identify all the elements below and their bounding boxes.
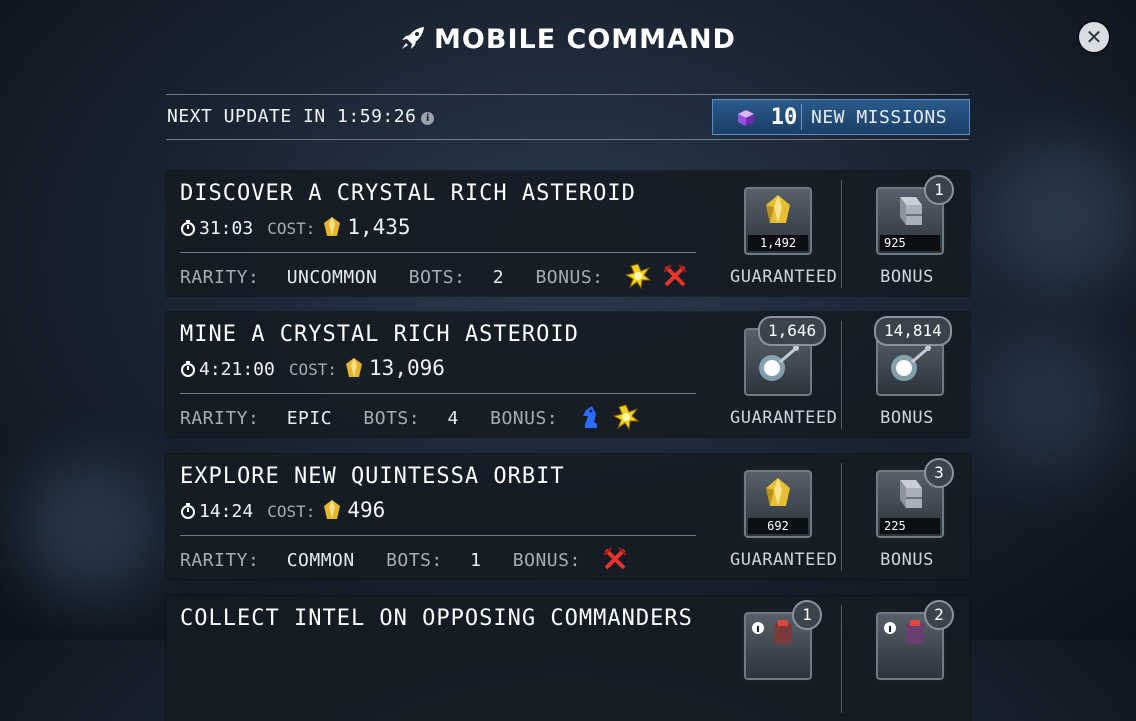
title-text: MOBILE COMMAND (434, 24, 736, 55)
info-icon[interactable]: i (421, 112, 435, 125)
divider (841, 605, 842, 713)
mission-meta: 31:03 COST: 1,435 (180, 215, 411, 239)
mission-bots: 1 (470, 550, 482, 571)
guaranteed-label: GUARANTEED (730, 550, 838, 570)
mission-bots: 2 (492, 267, 505, 288)
mission-bots: 4 (447, 408, 459, 429)
reward-item-box[interactable]: 692 (742, 468, 814, 540)
bonus-label: BONUS: (490, 408, 559, 429)
divider (841, 321, 842, 429)
bots-label: BOTS: (363, 408, 421, 429)
timer-icon (181, 220, 195, 236)
background-glow (20, 460, 160, 600)
crossed-swords-icon (603, 547, 627, 570)
bonus-reward-label: BONUS (880, 408, 934, 428)
next-update-text: NEXT UPDATE IN 1:59:26 (167, 106, 417, 127)
count-badge: 1 (924, 175, 954, 205)
bonus-icons (624, 263, 688, 294)
divider (180, 393, 696, 394)
count-badge: 2 (924, 600, 954, 630)
rocket-icon (402, 27, 425, 49)
reward-quantity: 225 (880, 518, 940, 534)
mission-card[interactable]: DISCOVER A CRYSTAL RICH ASTEROID 31:03 CO… (166, 171, 970, 296)
bots-label: BOTS: (386, 550, 443, 571)
new-missions-count: 10 (770, 105, 798, 130)
bots-label: BOTS: (408, 267, 466, 288)
gem-icon (324, 500, 341, 519)
guaranteed-label: GUARANTEED (730, 408, 838, 428)
energon-crystal-icon (766, 195, 790, 223)
close-icon[interactable]: ✕ (1086, 25, 1103, 49)
divider (841, 180, 842, 288)
mission-rarity: EPIC (286, 408, 333, 429)
count-badge: 1,646 (758, 316, 827, 346)
rarity-label: RARITY: (180, 550, 260, 571)
mission-meta: 4:21:00 COST: 13,096 (180, 356, 445, 380)
mission-time: 31:03 (199, 218, 254, 239)
count-badge: 3 (924, 458, 954, 488)
timer-icon (181, 361, 195, 377)
mission-cost: 13,096 (369, 356, 445, 380)
mission-time: 4:21:00 (199, 359, 275, 380)
mission-meta: 14:24 COST: 496 (180, 498, 385, 522)
explosion-icon (612, 404, 640, 431)
count-badge: 14,814 (874, 316, 952, 346)
divider (841, 463, 842, 571)
divider (801, 104, 802, 130)
mission-card[interactable]: COLLECT INTEL ON OPPOSING COMMANDERS 1 2 (166, 596, 970, 721)
cost-label: COST: (267, 502, 316, 521)
bonus-reward-label: BONUS (880, 267, 934, 287)
knight-icon (582, 406, 597, 428)
mission-rarity: UNCOMMON (286, 267, 378, 288)
reward-item-box[interactable]: 1,492 (742, 185, 814, 257)
new-missions-button[interactable]: 10 NEW MISSIONS (712, 99, 970, 135)
bonus-label: BONUS: (535, 267, 604, 288)
mission-rarity: COMMON (286, 550, 355, 571)
close-button[interactable]: ✕ (1079, 22, 1109, 52)
mission-footer: RARITY: UNCOMMON BOTS: 2 BONUS: (180, 263, 688, 294)
background-glow (980, 330, 1120, 480)
mission-time: 14:24 (199, 501, 254, 522)
reward-quantity: 692 (748, 518, 808, 534)
mission-footer: RARITY: EPIC BOTS: 4 BONUS: (180, 404, 640, 435)
mission-footer: RARITY: COMMON BOTS: 1 BONUS: (180, 546, 628, 577)
bonus-reward-label: BONUS (880, 550, 934, 570)
reward-quantity: 925 (880, 235, 940, 251)
mission-cost: 1,435 (347, 215, 411, 239)
cost-label: COST: (288, 360, 338, 379)
cost-label: COST: (267, 219, 316, 238)
mission-title: COLLECT INTEL ON OPPOSING COMMANDERS (180, 606, 693, 631)
mission-cost: 496 (347, 498, 386, 522)
next-update: NEXT UPDATE IN 1:59:26 i (167, 106, 435, 127)
rarity-label: RARITY: (180, 267, 260, 288)
page-title: MOBILE COMMAND (0, 24, 1136, 55)
crossed-swords-icon (663, 264, 687, 287)
divider (180, 535, 696, 536)
mission-title: DISCOVER A CRYSTAL RICH ASTEROID (180, 181, 636, 206)
gem-icon (324, 217, 341, 236)
timer-icon (181, 503, 195, 519)
energon-crystal-icon (766, 478, 790, 506)
bonus-icons (602, 546, 628, 577)
cube-icon (738, 110, 754, 126)
new-missions-label: NEW MISSIONS (811, 107, 948, 128)
rarity-label: RARITY: (180, 408, 260, 429)
guaranteed-label: GUARANTEED (730, 267, 838, 287)
bonus-label: BONUS: (512, 550, 581, 571)
mission-card[interactable]: EXPLORE NEW QUINTESSA ORBIT 14:24 COST: 49… (166, 454, 970, 579)
gem-icon (346, 358, 363, 377)
status-bar: NEXT UPDATE IN 1:59:26 i 10 NEW MISSIONS (166, 94, 970, 140)
divider (180, 252, 696, 253)
background-glow (990, 140, 1136, 290)
count-badge: 1 (792, 600, 822, 630)
explosion-icon (624, 263, 652, 290)
mission-title: EXPLORE NEW QUINTESSA ORBIT (180, 464, 565, 489)
bonus-icons (580, 404, 640, 435)
mission-title: MINE A CRYSTAL RICH ASTEROID (180, 322, 579, 347)
reward-quantity: 1,492 (748, 235, 808, 251)
mission-card[interactable]: MINE A CRYSTAL RICH ASTEROID 4:21:00 COST… (166, 312, 970, 437)
